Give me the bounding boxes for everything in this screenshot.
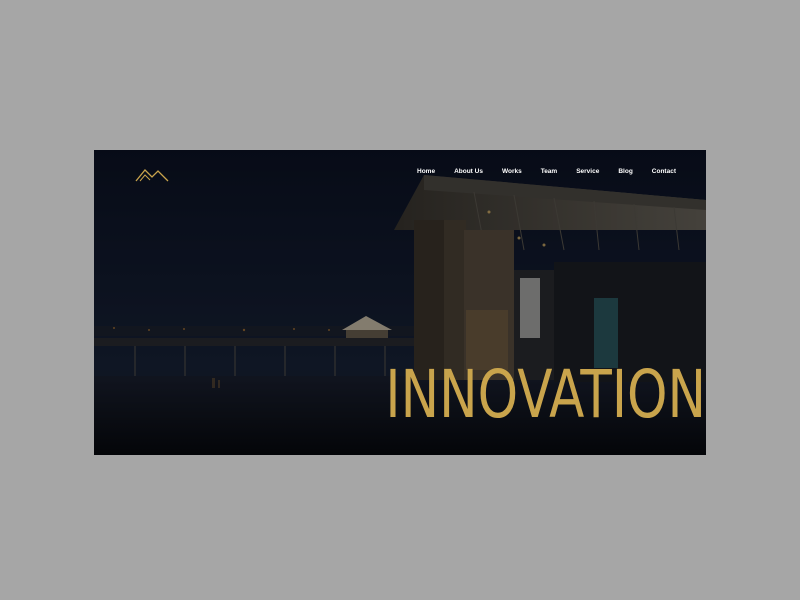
nav-item-about-us[interactable]: About Us [454,168,483,175]
hero-title: INNOVATION [385,356,706,433]
nav-item-works[interactable]: Works [502,168,522,175]
hero-section: Home About Us Works Team Service Blog Co… [94,150,706,455]
nav-item-blog[interactable]: Blog [618,168,632,175]
mountain-logo-icon[interactable] [134,166,170,184]
nav-item-team[interactable]: Team [541,168,558,175]
nav-item-contact[interactable]: Contact [652,168,676,175]
nav-item-service[interactable]: Service [576,168,599,175]
nav-item-home[interactable]: Home [417,168,435,175]
main-nav: Home About Us Works Team Service Blog Co… [398,168,676,175]
